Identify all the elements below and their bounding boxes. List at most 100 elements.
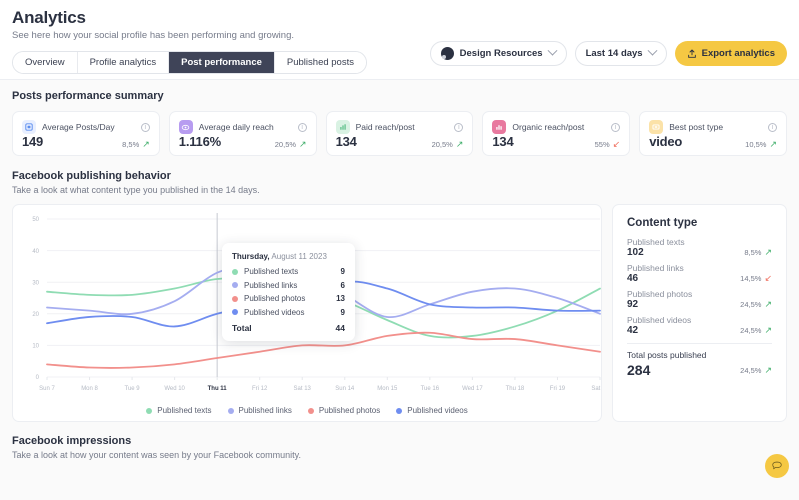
svg-text:Mon 15: Mon 15 bbox=[377, 386, 398, 392]
metric-card-average-posts-per-day[interactable]: Average Posts/Day i 149 8,5% ↗ bbox=[12, 111, 160, 156]
trend-up-icon: ↗ bbox=[142, 140, 150, 149]
impressions-subtitle: Take a look at how your content was seen… bbox=[12, 450, 787, 460]
svg-text:Sat 13: Sat 13 bbox=[294, 386, 312, 392]
divider bbox=[627, 343, 772, 344]
page-header: Analytics See here how your social profi… bbox=[0, 0, 799, 80]
impressions-section-header: Facebook impressions Take a look at how … bbox=[12, 435, 787, 460]
trend-up-icon: ↗ bbox=[764, 300, 772, 309]
svg-text:Thu 11: Thu 11 bbox=[208, 386, 228, 392]
tooltip-series-value: 13 bbox=[336, 294, 345, 303]
svg-text:40: 40 bbox=[32, 249, 39, 255]
video-icon bbox=[649, 120, 663, 134]
metric-delta-value: 55% bbox=[595, 140, 610, 149]
svg-text:0: 0 bbox=[36, 375, 40, 381]
info-icon[interactable]: i bbox=[454, 123, 463, 132]
tab-overview[interactable]: Overview bbox=[13, 52, 78, 73]
date-range-label: Last 14 days bbox=[586, 48, 643, 59]
info-icon[interactable]: i bbox=[768, 123, 777, 132]
metric-card-paid-reach-per-post[interactable]: Paid reach/post i 134 20,5% ↗ bbox=[326, 111, 474, 156]
metric-delta: 20,5% ↗ bbox=[432, 140, 464, 149]
tooltip-series-label: Published videos bbox=[244, 308, 335, 317]
trend-up-icon: ↗ bbox=[764, 326, 772, 335]
svg-text:Wed 17: Wed 17 bbox=[462, 386, 483, 392]
metric-label: Average Posts/Day bbox=[42, 122, 135, 132]
metric-label: Paid reach/post bbox=[356, 122, 449, 132]
svg-text:10: 10 bbox=[32, 344, 39, 350]
content-type-delta-value: 14,5% bbox=[740, 274, 761, 283]
legend-dot-icon bbox=[146, 408, 152, 414]
tooltip-row-published-texts: Published texts 9 bbox=[232, 267, 345, 276]
svg-text:Tue 16: Tue 16 bbox=[421, 386, 440, 392]
svg-text:Sun 7: Sun 7 bbox=[39, 386, 55, 392]
legend-item-published-links[interactable]: Published links bbox=[228, 406, 292, 415]
tab-post-performance[interactable]: Post performance bbox=[169, 52, 275, 73]
metric-card-best-post-type[interactable]: Best post type i video 10,5% ↗ bbox=[639, 111, 787, 156]
svg-text:Mon 8: Mon 8 bbox=[81, 386, 98, 392]
legend-item-published-photos[interactable]: Published photos bbox=[308, 406, 380, 415]
series-dot-icon bbox=[232, 309, 238, 315]
trend-up-icon: ↗ bbox=[764, 248, 772, 257]
date-range-selector[interactable]: Last 14 days bbox=[575, 41, 667, 66]
account-selector[interactable]: Design Resources bbox=[430, 41, 567, 66]
content-type-value: 42 bbox=[627, 325, 638, 336]
publishing-section-header: Facebook publishing behavior Take a look… bbox=[12, 170, 787, 195]
tooltip-series-label: Published texts bbox=[244, 267, 335, 276]
metric-value: 149 bbox=[22, 134, 43, 149]
export-analytics-button[interactable]: Export analytics bbox=[675, 41, 787, 66]
content-type-row-published-texts: Published texts 102 8,5% ↗ bbox=[627, 237, 772, 258]
publishing-subtitle: Take a look at what content type you pub… bbox=[12, 185, 787, 195]
legend-item-published-texts[interactable]: Published texts bbox=[146, 406, 211, 415]
info-icon[interactable]: i bbox=[298, 123, 307, 132]
metric-delta-value: 20,5% bbox=[432, 140, 453, 149]
metric-value: 134 bbox=[336, 134, 357, 149]
legend-label: Published photos bbox=[319, 406, 380, 415]
metric-delta: 10,5% ↗ bbox=[745, 140, 777, 149]
legend-label: Published texts bbox=[157, 406, 211, 415]
chat-bubble-icon bbox=[771, 460, 783, 472]
header-controls: Design Resources Last 14 days Export ana… bbox=[430, 41, 787, 66]
metric-delta-value: 10,5% bbox=[745, 140, 766, 149]
total-delta: 24,5% ↗ bbox=[740, 366, 772, 375]
svg-text:Wed 10: Wed 10 bbox=[164, 386, 185, 392]
page-body: Posts performance summary Average Posts/… bbox=[0, 80, 799, 460]
content-type-value: 46 bbox=[627, 273, 638, 284]
metric-delta-value: 20,5% bbox=[275, 140, 296, 149]
chevron-down-icon bbox=[647, 46, 657, 56]
chart-tooltip: Thursday, August 11 2023 Published texts… bbox=[222, 243, 355, 341]
legend-dot-icon bbox=[396, 408, 402, 414]
tooltip-series-value: 9 bbox=[341, 308, 345, 317]
content-type-value: 102 bbox=[627, 247, 644, 258]
svg-text:20: 20 bbox=[32, 312, 39, 318]
total-value: 284 bbox=[627, 362, 650, 378]
summary-section-title: Posts performance summary bbox=[12, 90, 787, 102]
trend-down-icon: ↙ bbox=[764, 274, 772, 283]
tooltip-series-label: Published links bbox=[244, 281, 335, 290]
legend-item-published-videos[interactable]: Published videos bbox=[396, 406, 467, 415]
content-type-row-published-photos: Published photos 92 24,5% ↗ bbox=[627, 289, 772, 310]
svg-text:Sat 20: Sat 20 bbox=[591, 386, 602, 392]
content-type-name: Published photos bbox=[627, 289, 772, 299]
content-type-delta-value: 24,5% bbox=[740, 326, 761, 335]
metric-label: Average daily reach bbox=[199, 122, 292, 132]
metric-label: Best post type bbox=[669, 122, 762, 132]
tooltip-total-value: 44 bbox=[336, 323, 345, 333]
tab-profile-analytics[interactable]: Profile analytics bbox=[78, 52, 170, 73]
tooltip-series-value: 9 bbox=[341, 267, 345, 276]
chat-support-button[interactable] bbox=[765, 454, 789, 478]
tooltip-year: 2023 bbox=[309, 252, 327, 261]
content-type-value: 92 bbox=[627, 299, 638, 310]
tab-published-posts[interactable]: Published posts bbox=[275, 52, 366, 73]
info-icon[interactable]: i bbox=[141, 123, 150, 132]
tooltip-total: Total 44 bbox=[232, 323, 345, 333]
info-icon[interactable]: i bbox=[611, 123, 620, 132]
chart-legend: Published texts Published links Publishe… bbox=[13, 406, 601, 415]
metric-card-organic-reach-per-post[interactable]: Organic reach/post i 134 55% ↙ bbox=[482, 111, 630, 156]
chevron-down-icon bbox=[547, 46, 557, 56]
bar-chart-icon bbox=[492, 120, 506, 134]
content-type-title: Content type bbox=[627, 217, 772, 229]
metric-card-average-daily-reach[interactable]: Average daily reach i 1.116% 20,5% ↗ bbox=[169, 111, 317, 156]
impressions-title: Facebook impressions bbox=[12, 435, 787, 447]
legend-dot-icon bbox=[308, 408, 314, 414]
svg-text:Fri 19: Fri 19 bbox=[550, 386, 566, 392]
legend-dot-icon bbox=[228, 408, 234, 414]
